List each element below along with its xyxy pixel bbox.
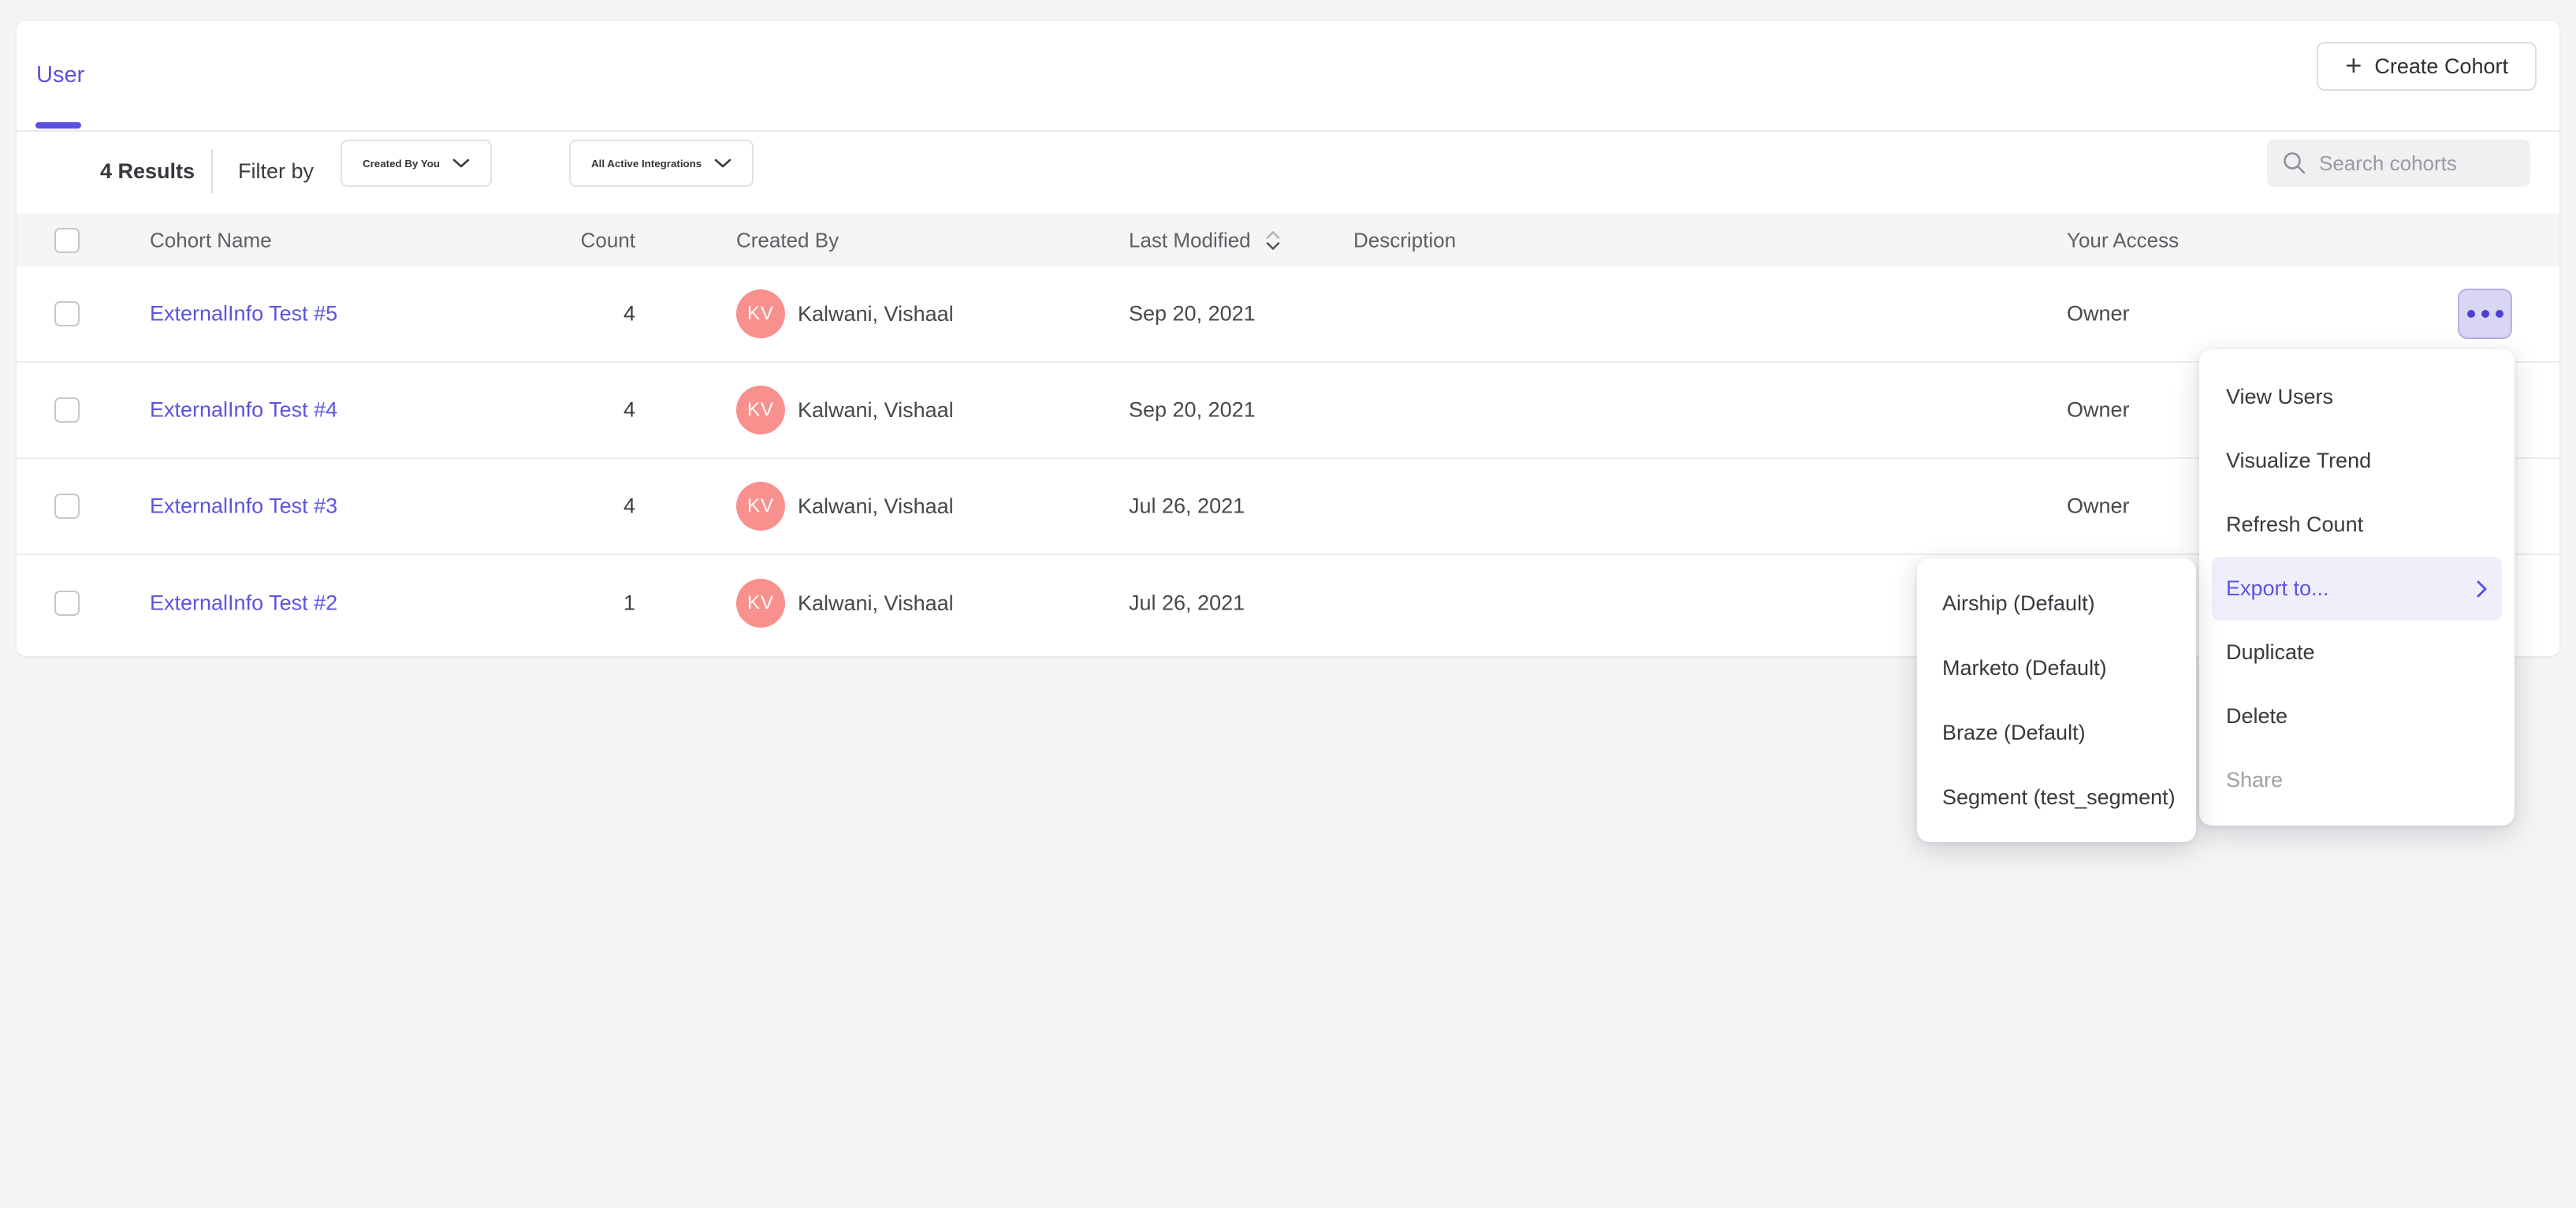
header-cohort-name: Cohort Name [150, 228, 272, 252]
menu-item-export-to[interactable]: Export to... [2212, 557, 2502, 621]
created-by-name: Kalwani, Vishaal [798, 302, 954, 326]
submenu-item-airship[interactable]: Airship (Default) [1917, 571, 2196, 636]
create-cohort-button[interactable]: + Create Cohort [2317, 42, 2537, 91]
table-row: ExternalInfo Test #3 4 KV Kalwani, Visha… [17, 459, 2559, 555]
last-modified-date: Jul 26, 2021 [1129, 494, 1245, 519]
header-count: Count [490, 228, 635, 252]
created-by-dropdown[interactable]: Created By You [341, 140, 492, 187]
search-box [2267, 140, 2530, 187]
header-last-modified-label: Last Modified [1129, 228, 1251, 252]
tab-user[interactable]: User [36, 62, 84, 88]
header-your-access: Your Access [2067, 228, 2179, 252]
vertical-divider [211, 149, 213, 193]
avatar: KV [736, 386, 785, 434]
created-by-name: Kalwani, Vishaal [798, 398, 954, 423]
access-cell: Owner [2067, 494, 2130, 519]
last-modified-date: Sep 20, 2021 [1129, 302, 1256, 326]
created-by-name: Kalwani, Vishaal [798, 591, 954, 616]
menu-item-share: Share [2212, 748, 2502, 812]
row-checkbox[interactable] [54, 397, 80, 423]
table-row: ExternalInfo Test #4 4 KV Kalwani, Visha… [17, 363, 2559, 459]
cohort-count: 4 [490, 302, 635, 326]
header-last-modified[interactable]: Last Modified [1129, 228, 1281, 252]
cohorts-page: User + Create Cohort 4 Results Filter by… [0, 0, 2576, 1208]
more-options-icon [2467, 310, 2475, 318]
menu-item-delete[interactable]: Delete [2212, 684, 2502, 748]
cohort-count: 4 [490, 494, 635, 519]
access-cell: Owner [2067, 398, 2130, 423]
cohort-count: 1 [490, 591, 635, 616]
row-checkbox[interactable] [54, 591, 80, 616]
search-input[interactable] [2319, 151, 2508, 176]
submenu-item-braze[interactable]: Braze (Default) [1917, 700, 2196, 765]
integrations-dropdown[interactable]: All Active Integrations [569, 140, 754, 187]
cohort-name-link[interactable]: ExternalInfo Test #2 [150, 591, 337, 616]
tab-active-underline [35, 122, 81, 129]
created-by-dropdown-label: Created By You [363, 158, 440, 170]
row-context-menu: View Users Visualize Trend Refresh Count… [2199, 349, 2515, 826]
header-created-by: Created By [736, 228, 839, 252]
cohort-count: 4 [490, 398, 635, 423]
submenu-item-segment[interactable]: Segment (test_segment) [1917, 765, 2196, 830]
more-options-button[interactable] [2458, 289, 2512, 339]
integrations-dropdown-label: All Active Integrations [591, 158, 702, 170]
table-header: Cohort Name Count Created By Last Modifi… [17, 214, 2559, 267]
results-count: 4 Results [100, 159, 195, 184]
export-submenu: Airship (Default) Marketo (Default) Braz… [1917, 558, 2196, 842]
row-checkbox[interactable] [54, 494, 80, 519]
header-description: Description [1353, 228, 1456, 252]
avatar: KV [736, 289, 785, 338]
last-modified-date: Jul 26, 2021 [1129, 591, 1245, 616]
cohort-name-link[interactable]: ExternalInfo Test #3 [150, 494, 337, 519]
chevron-down-icon [714, 158, 731, 169]
create-cohort-label: Create Cohort [2374, 54, 2508, 79]
created-by-name: Kalwani, Vishaal [798, 494, 954, 519]
plus-icon: + [2345, 51, 2362, 80]
select-all-checkbox[interactable] [54, 228, 80, 253]
chevron-right-icon [2475, 580, 2488, 598]
cohort-name-link[interactable]: ExternalInfo Test #4 [150, 398, 337, 423]
avatar: KV [736, 482, 785, 531]
row-checkbox[interactable] [54, 301, 80, 326]
filter-bar: 4 Results Filter by Created By You All A… [17, 132, 2559, 214]
sort-icon[interactable] [1265, 230, 1281, 250]
avatar: KV [736, 579, 785, 628]
cohort-name-link[interactable]: ExternalInfo Test #5 [150, 302, 337, 326]
table-row: ExternalInfo Test #5 4 KV Kalwani, Visha… [17, 267, 2559, 363]
access-cell: Owner [2067, 302, 2130, 326]
last-modified-date: Sep 20, 2021 [1129, 398, 1256, 423]
menu-item-view-users[interactable]: View Users [2212, 365, 2502, 429]
menu-item-duplicate[interactable]: Duplicate [2212, 621, 2502, 684]
filter-by-label: Filter by [238, 159, 314, 184]
chevron-down-icon [452, 158, 470, 169]
search-icon [2281, 150, 2308, 177]
menu-item-refresh-count[interactable]: Refresh Count [2212, 493, 2502, 557]
submenu-item-marketo[interactable]: Marketo (Default) [1917, 636, 2196, 700]
menu-item-visualize-trend[interactable]: Visualize Trend [2212, 429, 2502, 493]
